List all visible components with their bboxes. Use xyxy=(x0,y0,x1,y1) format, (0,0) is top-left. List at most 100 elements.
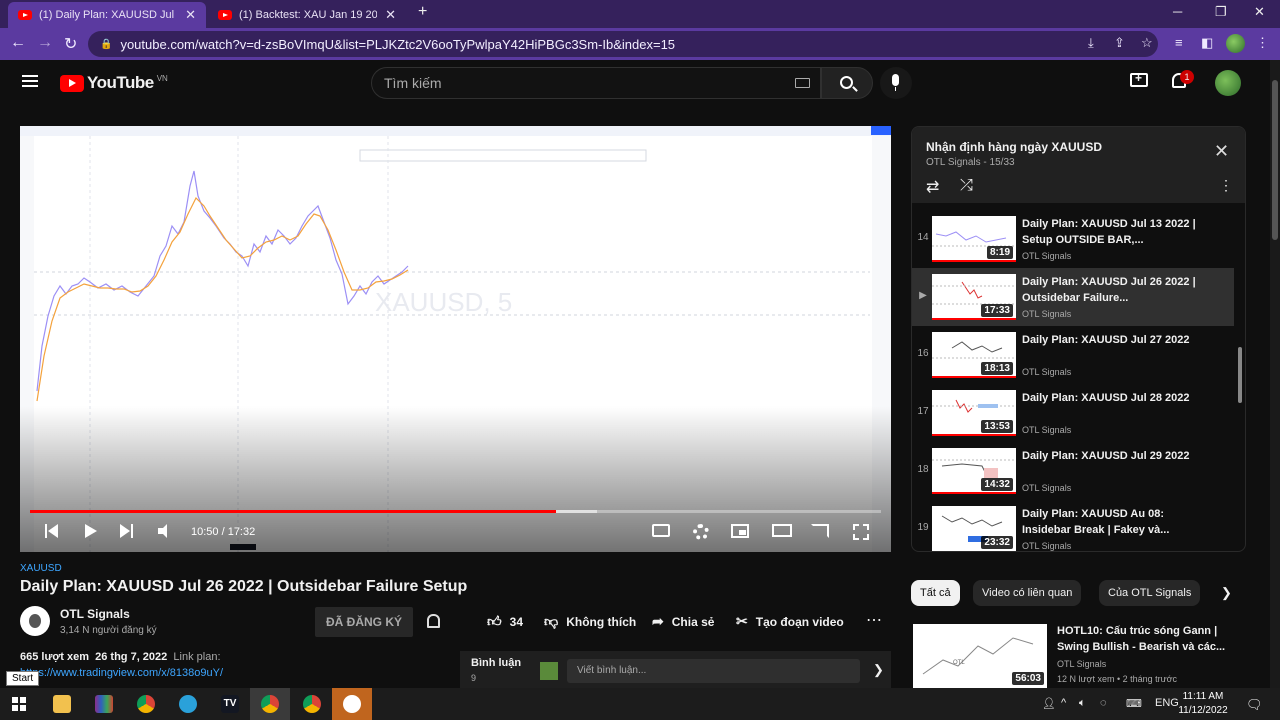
bookmark-star-icon[interactable]: ☆ xyxy=(1141,35,1153,51)
network-icon[interactable]: ◌ xyxy=(1100,697,1107,709)
tab-close-icon[interactable]: ✕ xyxy=(385,7,396,23)
share-icon[interactable]: ⇪ xyxy=(1114,35,1125,51)
video-description[interactable]: 665 lượt xem 26 thg 7, 2022 Link plan: xyxy=(20,651,221,663)
fullscreen-icon[interactable] xyxy=(853,524,869,540)
media-control-icon[interactable]: ≡ xyxy=(1175,35,1183,50)
youtube-logo[interactable]: YouTube VN xyxy=(60,73,168,93)
recommended-title: HOTL10: Cấu trúc sóng Gann | Swing Bulli… xyxy=(1057,625,1226,653)
logo-text: YouTube xyxy=(87,73,154,92)
address-bar[interactable]: 🔒 youtube.com/watch?v=d-zsBoVImqU&list=P… xyxy=(88,31,1158,57)
tray-chevron-icon[interactable]: ^ xyxy=(1061,697,1066,709)
chip-channel[interactable]: Của OTL Signals xyxy=(1099,580,1201,606)
shuffle-icon[interactable]: ⤮ xyxy=(960,177,973,195)
search-input[interactable]: Tìm kiếm xyxy=(371,67,821,99)
chrome-app-active[interactable] xyxy=(250,688,290,720)
voice-search-button[interactable] xyxy=(880,67,912,99)
video-hashtag[interactable]: XAUUSD xyxy=(20,563,62,574)
telegram-app[interactable] xyxy=(168,688,208,720)
forward-button[interactable]: → xyxy=(37,34,53,52)
loop-icon[interactable]: ⇄ xyxy=(926,177,939,197)
page-scrollbar[interactable] xyxy=(1270,60,1280,688)
recommended-video[interactable]: OTL 56:03 HOTL10: Cấu trúc sóng Gann | S… xyxy=(911,620,1246,688)
create-video-icon[interactable] xyxy=(1130,71,1148,87)
video-player[interactable]: XAUUSD, 5 10:50 / 17:32 xyxy=(20,126,891,552)
restore-button[interactable]: ❐ xyxy=(1215,4,1227,20)
new-tab-button[interactable]: + xyxy=(418,3,427,21)
playlist-more-icon[interactable]: ⋮ xyxy=(1219,177,1233,194)
cast-icon[interactable] xyxy=(811,524,829,538)
browser-menu-icon[interactable]: ⋮ xyxy=(1256,35,1269,51)
start-button[interactable] xyxy=(0,688,40,720)
account-avatar[interactable] xyxy=(1215,70,1241,96)
playlist-items: 14 8:19 Daily Plan: XAUUSD Jul 13 2022 |… xyxy=(912,203,1245,551)
next-video-icon[interactable] xyxy=(120,524,134,538)
chevron-right-icon[interactable]: ❯ xyxy=(873,662,884,678)
volume-tray-icon[interactable]: 🔈︎ xyxy=(1079,697,1086,710)
dislike-button[interactable]: 👎︎ Không thích xyxy=(544,613,636,630)
subtitles-icon[interactable] xyxy=(652,524,670,537)
notification-bell-icon[interactable] xyxy=(427,614,440,628)
playlist-item[interactable]: 18 14:32 Daily Plan: XAUUSD Jul 29 2022 … xyxy=(912,442,1234,500)
miniplayer-icon[interactable] xyxy=(731,524,749,538)
minimize-button[interactable]: ─ xyxy=(1173,4,1182,19)
playlist-item[interactable]: 16 18:13 Daily Plan: XAUUSD Jul 27 2022 … xyxy=(912,326,1234,384)
winrar-app[interactable] xyxy=(84,688,124,720)
play-icon[interactable] xyxy=(85,524,97,538)
close-window-button[interactable]: ✕ xyxy=(1254,4,1265,20)
share-button[interactable]: ➦ Chia sẻ xyxy=(652,613,714,630)
description-link[interactable]: https://www.tradingview.com/x/8138o9uY/ xyxy=(20,667,223,679)
browser-tab-active[interactable]: (1) Daily Plan: XAUUSD Jul 26 2022 ✕ xyxy=(8,2,206,28)
playlist-item-current[interactable]: ▶ 17:33 Daily Plan: XAUUSD Jul 26 2022 |… xyxy=(912,268,1234,326)
search-button[interactable] xyxy=(821,67,873,99)
clock-time: 11:11 AM xyxy=(1182,691,1224,702)
system-clock[interactable]: 11:11 AM 11/12/2022 xyxy=(1178,690,1228,718)
playlist-item[interactable]: 19 23:32 Daily Plan: XAUUSD Au 08: Insid… xyxy=(912,500,1234,551)
video-duration: 14:32 xyxy=(981,478,1013,491)
profile-avatar[interactable] xyxy=(1226,34,1245,53)
menu-icon[interactable] xyxy=(22,75,38,87)
keyboard-tray-icon[interactable]: ⌨ xyxy=(1126,697,1142,710)
side-panel-icon[interactable]: ◧ xyxy=(1201,35,1213,51)
snipping-app[interactable] xyxy=(332,688,372,720)
playlist-item[interactable]: 17 13:53 Daily Plan: XAUUSD Jul 28 2022 … xyxy=(912,384,1234,442)
comments-panel[interactable]: Bình luận 9 Viết bình luận... ❯ xyxy=(460,651,891,688)
youtube-favicon-icon xyxy=(18,10,32,20)
chip-all[interactable]: Tất cả xyxy=(911,580,960,606)
keyboard-icon[interactable] xyxy=(795,78,810,88)
language-indicator[interactable]: ENG xyxy=(1155,697,1179,709)
subscribed-button[interactable]: ĐÃ ĐĂNG KÝ xyxy=(315,607,413,637)
snipping-icon xyxy=(343,695,361,713)
volume-icon[interactable] xyxy=(158,524,174,538)
channel-avatar[interactable] xyxy=(20,606,50,636)
file-explorer-app[interactable] xyxy=(42,688,82,720)
scrollbar-thumb[interactable] xyxy=(1272,80,1278,240)
reload-button[interactable]: ↻ xyxy=(64,34,77,54)
back-button[interactable]: ← xyxy=(10,34,26,52)
like-button[interactable]: 👍︎ 34 xyxy=(487,613,523,630)
chrome-app[interactable] xyxy=(126,688,166,720)
playlist-video-title: Daily Plan: XAUUSD Jul 29 2022 xyxy=(1022,450,1190,462)
comment-input[interactable]: Viết bình luận... xyxy=(567,659,860,683)
notification-center-icon[interactable]: 🗨︎ xyxy=(1246,697,1263,713)
video-duration: 18:13 xyxy=(981,362,1013,375)
install-icon[interactable]: ⤓ xyxy=(1088,35,1094,51)
person-icon[interactable]: 👤︎ xyxy=(1042,697,1056,710)
close-playlist-icon[interactable]: ✕ xyxy=(1214,141,1229,162)
browser-tab[interactable]: (1) Backtest: XAU Jan 19 2022 | O ✕ xyxy=(208,2,406,28)
previous-video-icon[interactable] xyxy=(45,524,59,538)
chips-next-icon[interactable]: ❯ xyxy=(1221,585,1232,601)
clip-button[interactable]: ✂ Tạo đoạn video xyxy=(736,613,844,630)
channel-name[interactable]: OTL Signals xyxy=(60,607,130,621)
notification-badge: 1 xyxy=(1180,70,1194,84)
tab-close-icon[interactable]: ✕ xyxy=(185,7,196,23)
playlist-title[interactable]: Nhận định hàng ngày XAUUSD xyxy=(926,140,1102,154)
chip-related[interactable]: Video có liên quan xyxy=(973,580,1082,606)
tradingview-app[interactable]: TV xyxy=(210,688,250,720)
more-actions-icon[interactable]: ⋯ xyxy=(866,610,882,630)
playlist-scrollbar[interactable] xyxy=(1238,347,1242,403)
settings-gear-icon[interactable] xyxy=(693,524,709,540)
playlist-item[interactable]: 14 8:19 Daily Plan: XAUUSD Jul 13 2022 |… xyxy=(912,210,1234,268)
theater-mode-icon[interactable] xyxy=(772,524,792,537)
progress-bar[interactable] xyxy=(30,510,881,513)
chrome-app-2[interactable] xyxy=(292,688,332,720)
